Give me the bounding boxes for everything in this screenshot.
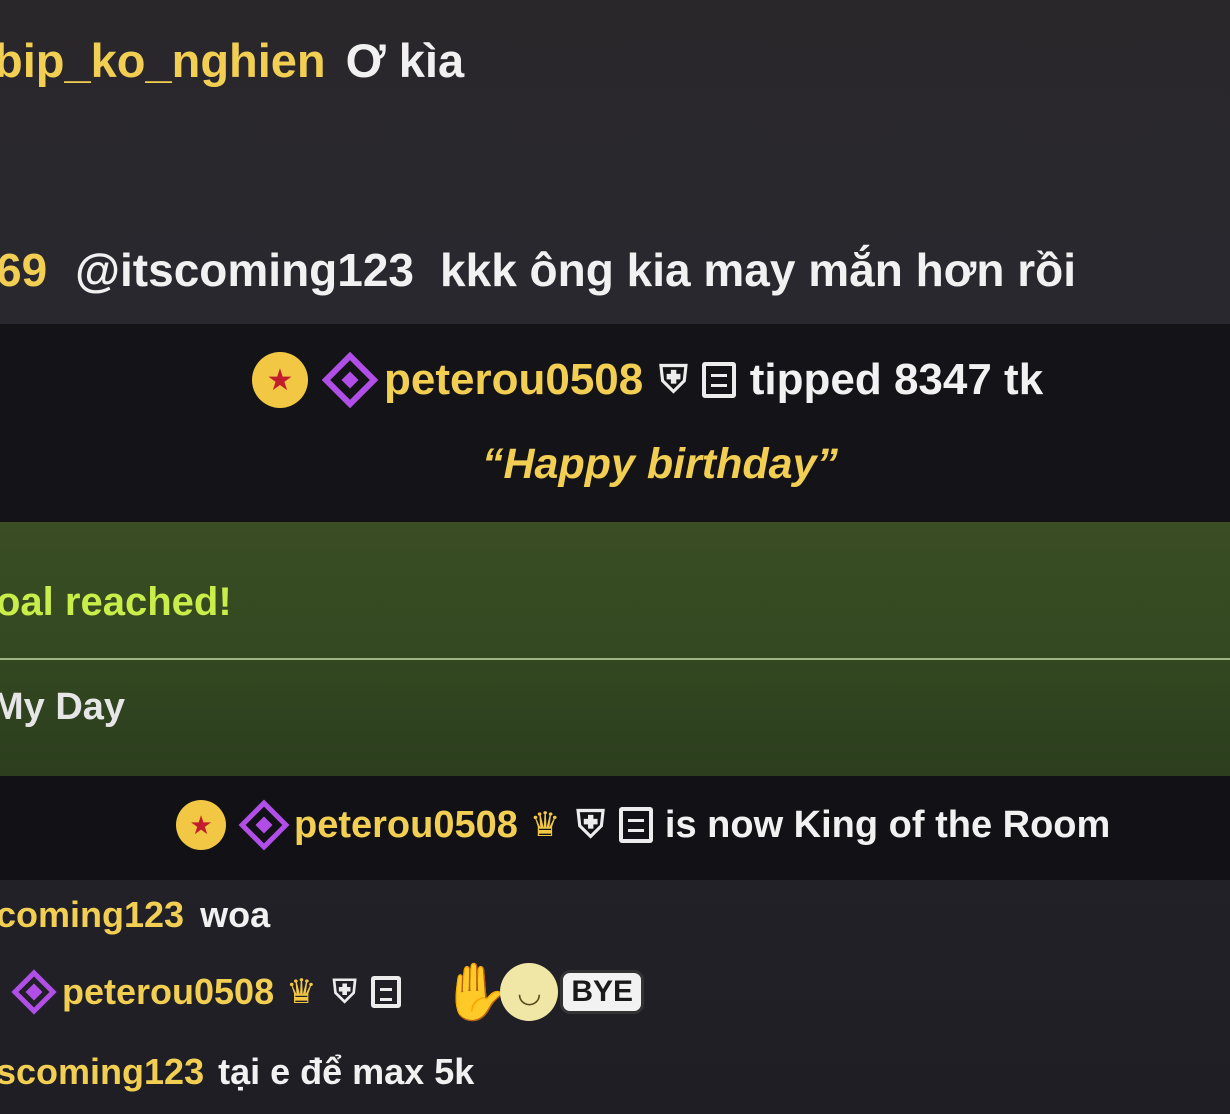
star-badge-icon: ★ bbox=[176, 800, 226, 850]
star-badge-icon: ★ bbox=[252, 352, 308, 408]
goal-divider bbox=[0, 658, 1230, 660]
king-text: is now King of the Room bbox=[664, 803, 1111, 846]
tip-notification: ★ peterou0508 ⛨ tipped 8347 tk “Happy bi… bbox=[0, 324, 1230, 522]
chat-message: 69 @itscoming123 kkk ông kia may mắn hơn… bbox=[0, 238, 1230, 302]
bye-emote: ✋ ◡ BYE bbox=[441, 959, 645, 1025]
chat-mention[interactable]: @itscoming123 bbox=[75, 243, 414, 297]
goal-notification: oal reached! My Day bbox=[0, 522, 1230, 776]
shield-icon: ⛨ bbox=[659, 358, 688, 401]
crown-icon: ♛ bbox=[286, 973, 317, 1011]
chat-message: peterou0508 ♛ ⛨ ✋ ◡ BYE bbox=[0, 959, 1230, 1025]
document-icon bbox=[370, 976, 401, 1008]
king-username[interactable]: peterou0508 bbox=[294, 804, 518, 847]
tip-note: “Happy birthday” bbox=[482, 440, 838, 488]
chat-username[interactable]: bip_ko_nghien bbox=[0, 33, 326, 88]
chat-message: coming123 woa bbox=[0, 890, 1230, 940]
king-notification: ★ peterou0508 ♛ ⛨ is now King of the Roo… bbox=[0, 776, 1230, 880]
chat-text: woa bbox=[200, 894, 271, 935]
crown-icon: ♛ bbox=[529, 806, 561, 844]
goal-name: My Day bbox=[0, 686, 126, 728]
tipper-username[interactable]: peterou0508 bbox=[384, 355, 643, 405]
chat-text: tại e để max 5k bbox=[218, 1051, 475, 1092]
goal-reached-title: oal reached! bbox=[0, 580, 232, 624]
chat-username[interactable]: peterou0508 bbox=[62, 971, 274, 1013]
bye-speech-bubble: BYE bbox=[560, 970, 645, 1014]
document-icon bbox=[701, 362, 736, 398]
diamond-icon bbox=[11, 969, 57, 1015]
tip-amount-text: tipped 8347 tk bbox=[749, 355, 1044, 404]
chat-username[interactable]: 69 bbox=[0, 243, 47, 297]
document-icon bbox=[618, 807, 653, 843]
diamond-icon bbox=[321, 351, 379, 409]
chat-username[interactable]: scoming123 bbox=[0, 1051, 204, 1093]
chat-message: bip_ko_nghien Ơ kìa bbox=[0, 28, 1230, 92]
diamond-icon bbox=[238, 799, 290, 851]
shield-icon: ⛨ bbox=[332, 973, 357, 1009]
chat-text: Ơ kìa bbox=[345, 33, 465, 87]
chat-panel: bip_ko_nghien Ơ kìa 69 @itscoming123 kkk… bbox=[0, 0, 1230, 1114]
chat-username[interactable]: coming123 bbox=[0, 894, 184, 936]
shield-icon: ⛨ bbox=[576, 803, 605, 846]
chat-message: scoming123 tại e để max 5k bbox=[0, 1044, 1230, 1100]
smiley-face-icon: ◡ bbox=[500, 963, 559, 1021]
chat-text: kkk ông kia may mắn hơn rồi bbox=[440, 244, 1077, 296]
